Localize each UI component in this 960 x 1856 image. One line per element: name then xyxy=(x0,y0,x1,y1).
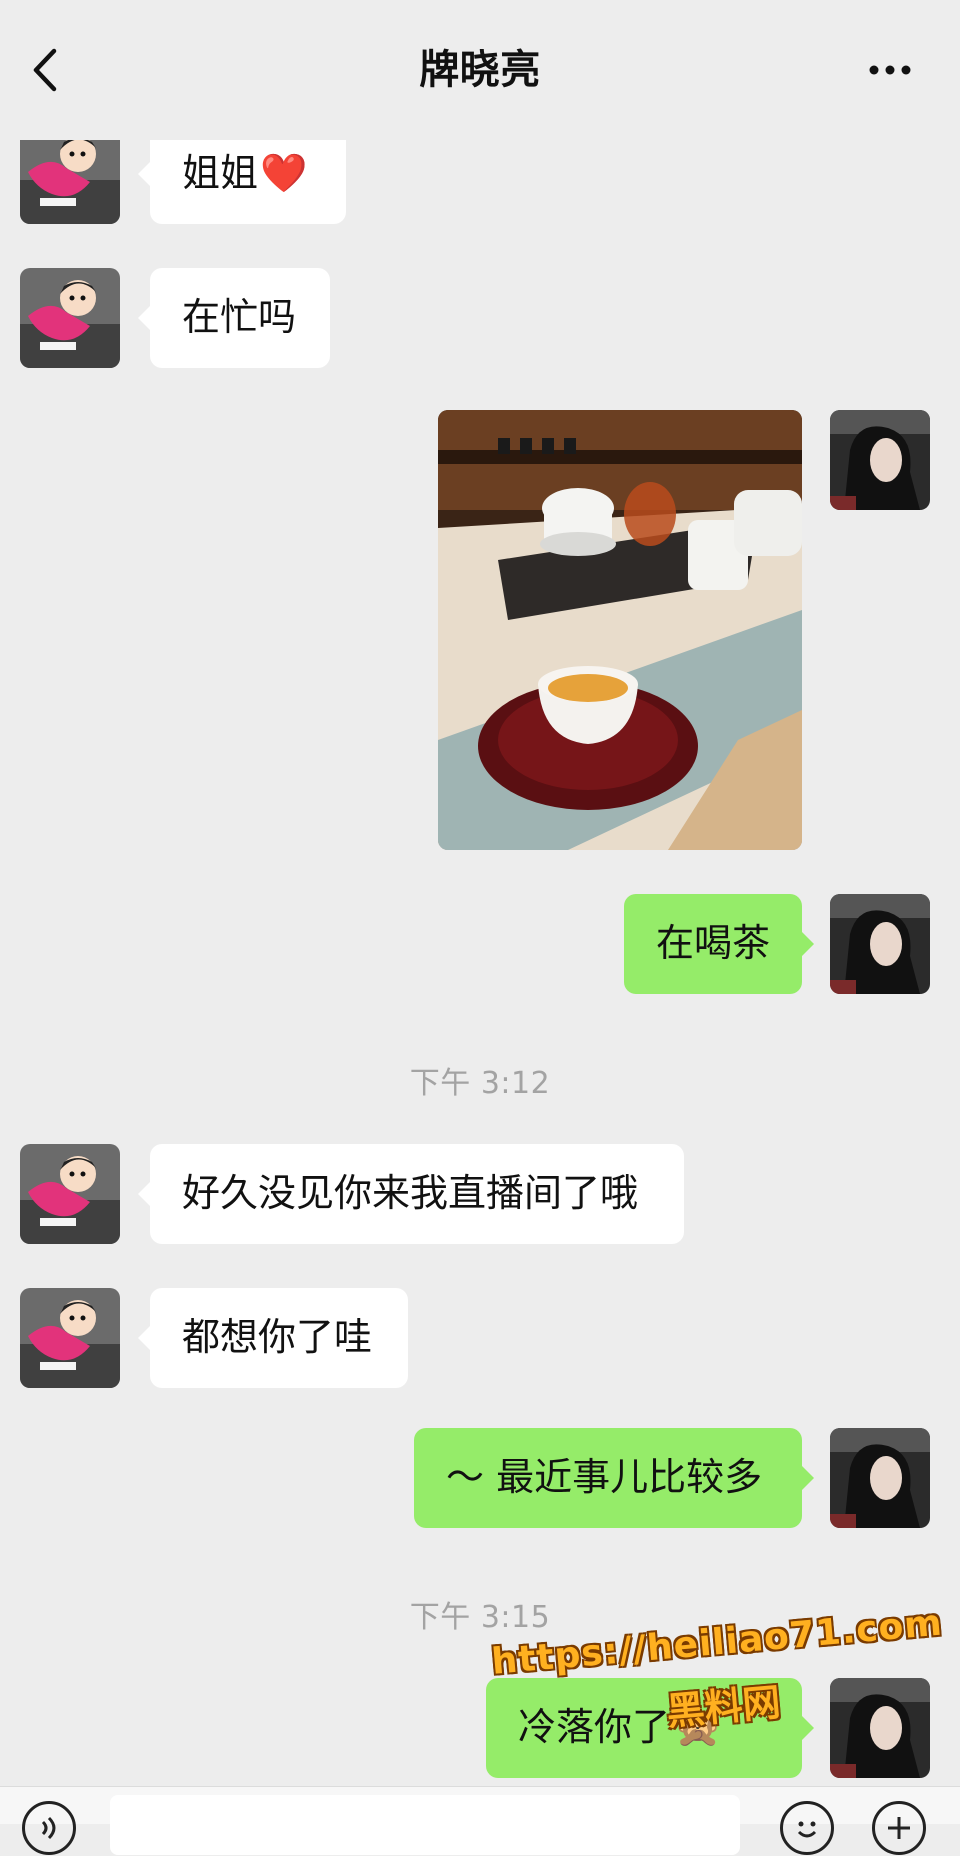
cartoon-avatar-icon xyxy=(20,1144,120,1244)
plus-button[interactable] xyxy=(872,1801,926,1855)
ellipsis-icon xyxy=(869,65,911,75)
message-text: 姐姐 xyxy=(182,151,259,196)
message-input-bar xyxy=(0,1786,960,1855)
message-input[interactable] xyxy=(110,1795,740,1855)
more-button[interactable] xyxy=(864,42,916,98)
user-photo-avatar-icon xyxy=(830,1428,930,1528)
message-bubble-incoming[interactable]: 在忙吗 xyxy=(138,268,330,368)
user-photo-avatar-icon xyxy=(830,894,930,994)
plus-icon xyxy=(888,1817,910,1839)
user-photo-avatar-icon xyxy=(830,410,930,510)
monkey-emoji-icon: 🙊 xyxy=(674,1705,722,1750)
chat-title: 牌晓亮 xyxy=(419,47,541,93)
message-text: 都想你了哇 xyxy=(182,1315,373,1360)
chat-area: 姐姐 ❤️ 在忙吗 在喝茶 下午 3:12 好久没见你来我直播间了哦 都想你了哇… xyxy=(0,0,960,1823)
user-avatar[interactable] xyxy=(830,1678,930,1778)
cartoon-avatar-icon xyxy=(20,268,120,368)
user-avatar[interactable] xyxy=(830,410,930,510)
message-bubble-incoming[interactable]: 都想你了哇 xyxy=(138,1288,408,1388)
message-text: 在喝茶 xyxy=(656,921,771,966)
voice-button[interactable] xyxy=(22,1801,76,1855)
contact-avatar[interactable] xyxy=(20,268,120,368)
tea-photo-message[interactable] xyxy=(438,410,802,850)
message-bubble-incoming[interactable]: 好久没见你来我直播间了哦 xyxy=(138,1144,684,1244)
message-bubble-outgoing[interactable]: 冷落你了 🙊 xyxy=(486,1678,814,1778)
tea-photo xyxy=(438,410,802,850)
voice-icon xyxy=(41,1816,56,1840)
message-text: 在忙吗 xyxy=(182,295,297,340)
contact-avatar[interactable] xyxy=(20,1144,120,1244)
emoji-icon xyxy=(797,1821,817,1838)
message-text: 好久没见你来我直播间了哦 xyxy=(182,1171,639,1216)
message-bubble-outgoing[interactable]: 在喝茶 xyxy=(624,894,814,994)
timestamp: 下午 3:12 xyxy=(409,1066,551,1101)
heart-emoji-icon: ❤️ xyxy=(260,151,308,196)
message-text: ～ 最近事儿比较多 xyxy=(446,1455,763,1500)
message-bubble-outgoing[interactable]: ～ 最近事儿比较多 xyxy=(414,1428,814,1528)
chat-header: 牌晓亮 xyxy=(0,0,960,140)
user-photo-avatar-icon xyxy=(830,1678,930,1778)
user-avatar[interactable] xyxy=(830,1428,930,1528)
contact-avatar[interactable] xyxy=(20,1288,120,1388)
cartoon-avatar-icon xyxy=(20,1288,120,1388)
message-text: 冷落你了 xyxy=(518,1705,671,1750)
timestamp: 下午 3:15 xyxy=(409,1600,551,1635)
emoji-button[interactable] xyxy=(780,1801,834,1855)
user-avatar[interactable] xyxy=(830,894,930,994)
